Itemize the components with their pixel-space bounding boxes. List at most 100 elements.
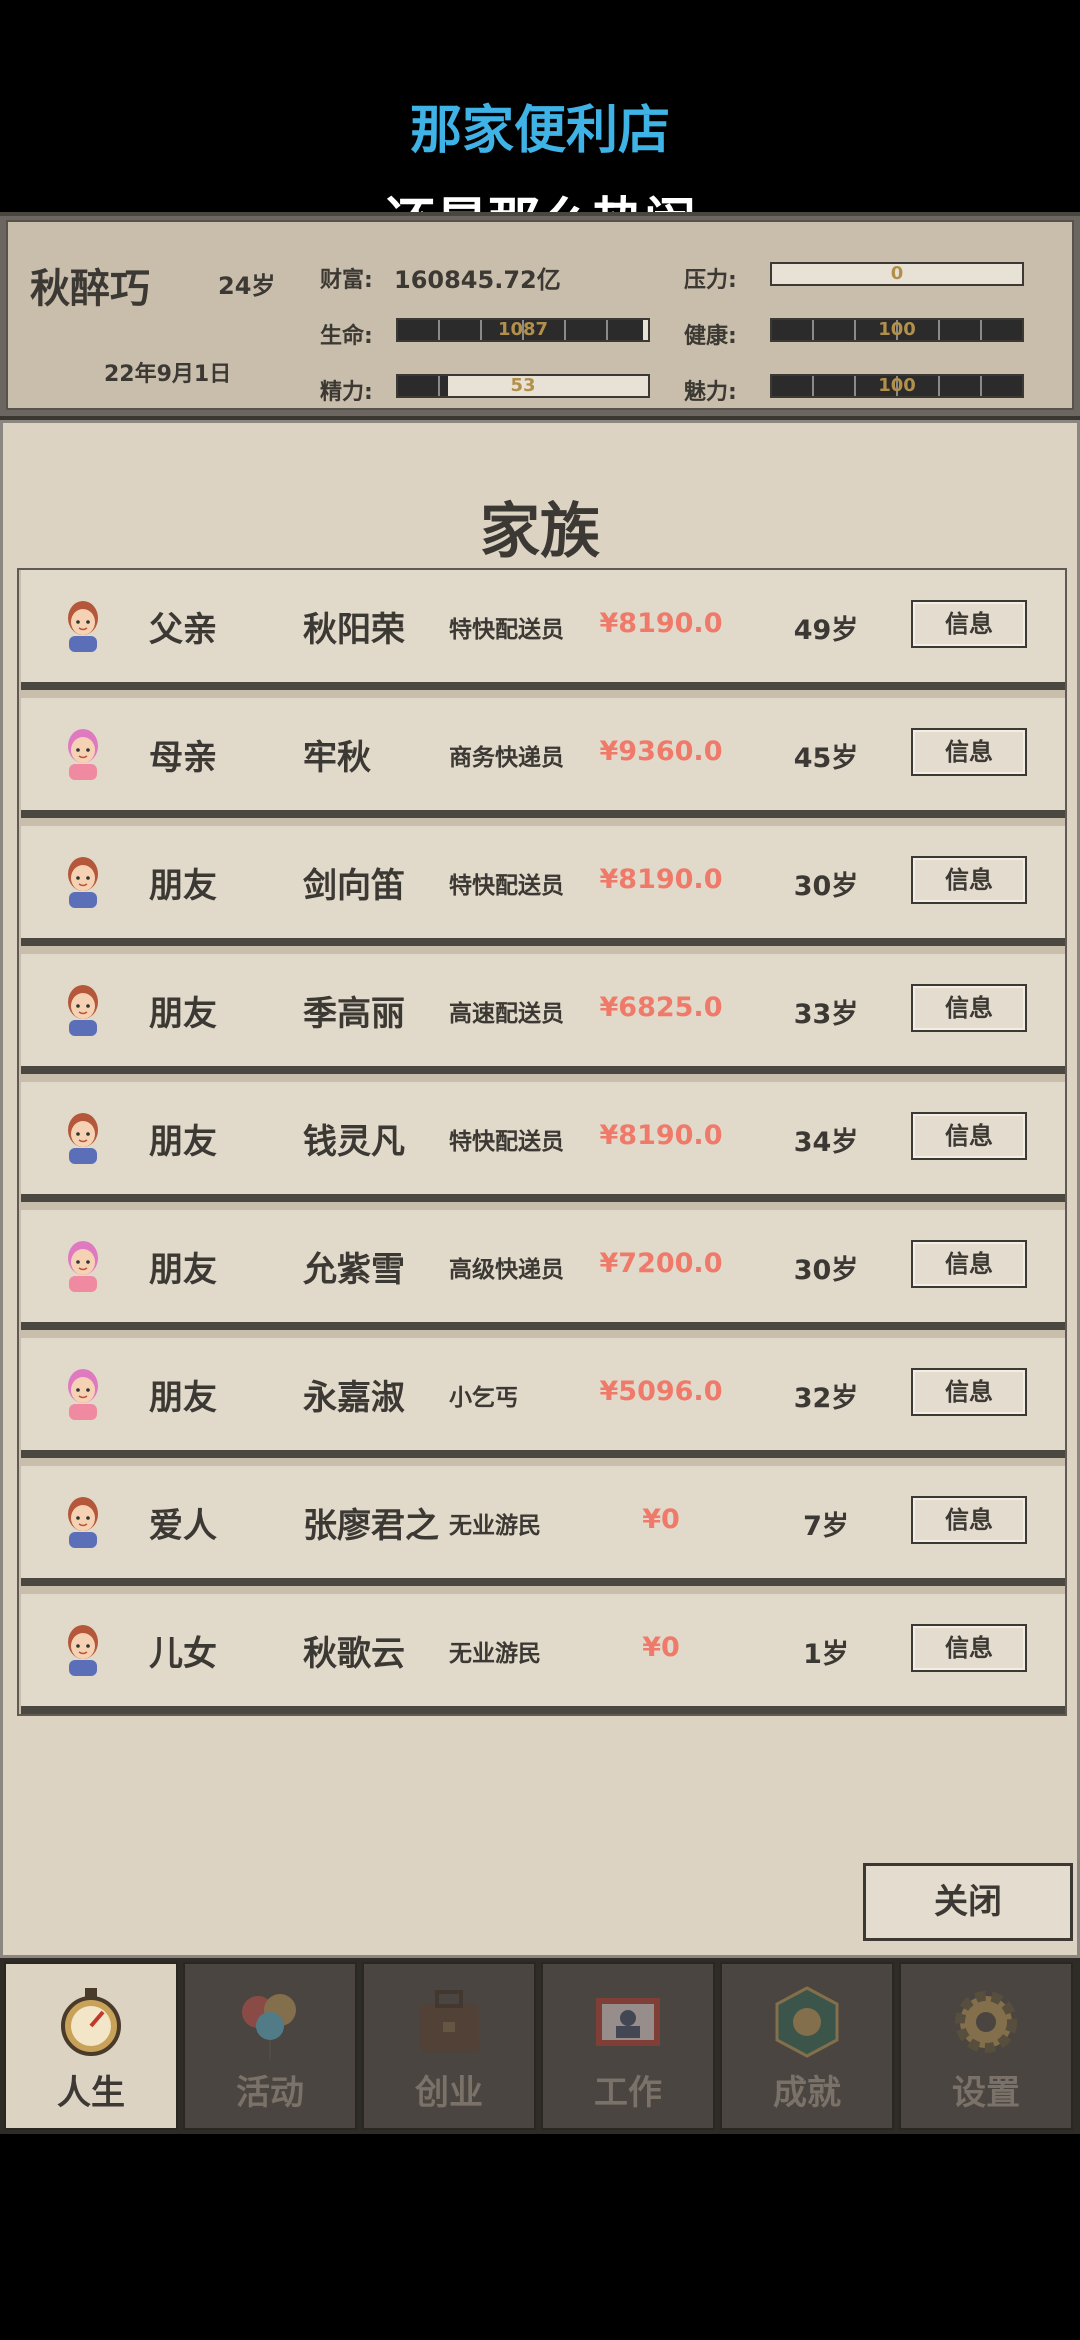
energy-bar: 53 (396, 374, 650, 398)
stopwatch-icon (61, 1988, 121, 2056)
member-relation: 爱人 (149, 1506, 217, 1546)
energy-label: 精力: (320, 380, 373, 405)
pressure-bar: 0 (770, 262, 1024, 286)
member-name: 秋歌云 (303, 1634, 405, 1674)
member-row: 儿女 秋歌云 无业游民 ¥0 1岁 信息 (21, 1594, 1065, 1714)
member-name: 季高丽 (303, 994, 405, 1034)
charm-bar: 100 (770, 374, 1024, 398)
tab-2[interactable]: 活动 (183, 1962, 357, 2130)
health-bar: 100 (770, 318, 1024, 342)
male-avatar-icon (68, 985, 98, 1036)
member-row: 父亲 秋阳荣 特快配送员 ¥8190.0 49岁 信息 (21, 570, 1065, 690)
member-relation: 朋友 (149, 866, 217, 906)
member-row: 母亲 牢秋 商务快递员 ¥9360.0 45岁 信息 (21, 698, 1065, 818)
member-age: 33岁 (793, 999, 859, 1030)
info-button[interactable]: 信息 (911, 1624, 1027, 1672)
member-relation: 儿女 (149, 1634, 217, 1674)
game-date: 22年9月1日 (104, 362, 232, 387)
member-job: 特快配送员 (449, 1129, 564, 1155)
wealth-value: 160845.72亿 (394, 266, 561, 294)
tab-label: 活动 (236, 2073, 304, 2113)
close-button[interactable]: 关闭 (863, 1863, 1073, 1941)
id-card-icon (596, 1998, 660, 2046)
member-name: 永嘉淑 (303, 1378, 405, 1418)
tab-label: 工作 (594, 2073, 662, 2113)
member-age: 1岁 (803, 1639, 849, 1670)
member-salary: ¥5096.0 (599, 1376, 723, 1407)
family-panel: 家族 父亲 秋阳荣 特快配送员 ¥8190.0 49岁 信息 母亲 牢秋 商务快… (0, 420, 1080, 1958)
member-salary: ¥6825.0 (599, 992, 723, 1023)
female-avatar-icon (68, 1369, 98, 1420)
male-avatar-icon (68, 1625, 98, 1676)
tab-1[interactable]: 人生 (4, 1962, 178, 2130)
member-name: 秋阳荣 (303, 610, 405, 650)
charm-label: 魅力: (684, 380, 737, 405)
member-salary: ¥7200.0 (599, 1248, 723, 1279)
player-age: 24岁 (218, 272, 276, 300)
member-row: 朋友 永嘉淑 小乞丐 ¥5096.0 32岁 信息 (21, 1338, 1065, 1458)
member-row: 朋友 钱灵凡 特快配送员 ¥8190.0 34岁 信息 (21, 1082, 1065, 1202)
tab-label: 成就 (773, 2073, 841, 2113)
member-job: 特快配送员 (449, 873, 564, 899)
caption-title: 那家便利店 (409, 101, 670, 161)
tab-5[interactable]: 成就 (720, 1962, 894, 2130)
member-salary: ¥8190.0 (599, 1120, 723, 1151)
tab-label: 创业 (415, 2073, 483, 2113)
member-salary: ¥8190.0 (599, 608, 723, 639)
male-avatar-icon (68, 1113, 98, 1164)
member-salary: ¥8190.0 (599, 864, 723, 895)
member-relation: 朋友 (149, 994, 217, 1034)
member-name: 张廖君之 (303, 1506, 439, 1546)
info-button[interactable]: 信息 (911, 600, 1027, 648)
member-age: 45岁 (793, 743, 859, 774)
member-row: 朋友 季高丽 高速配送员 ¥6825.0 33岁 信息 (21, 954, 1065, 1074)
member-job: 高速配送员 (449, 1001, 564, 1027)
member-salary: ¥0 (642, 1504, 680, 1535)
bottom-nav: 人生 活动 创业 工作 成就 设置 (0, 1958, 1080, 2134)
member-relation: 朋友 (149, 1122, 217, 1162)
info-button[interactable]: 信息 (911, 856, 1027, 904)
member-age: 30岁 (793, 871, 859, 902)
pressure-label: 压力: (684, 268, 737, 293)
member-name: 允紫雪 (303, 1250, 405, 1290)
badge-icon (775, 1986, 839, 2058)
briefcase-icon (419, 1990, 479, 2052)
info-button[interactable]: 信息 (911, 1368, 1027, 1416)
balloons-icon (242, 1994, 296, 2060)
member-relation: 母亲 (149, 738, 217, 778)
info-button[interactable]: 信息 (911, 1112, 1027, 1160)
member-job: 特快配送员 (449, 617, 564, 643)
tab-label: 设置 (952, 2073, 1020, 2113)
member-relation: 朋友 (149, 1378, 217, 1418)
member-name: 牢秋 (303, 738, 371, 778)
energy-value: 53 (510, 375, 536, 396)
member-job: 商务快递员 (449, 745, 564, 771)
health-label: 健康: (684, 324, 737, 349)
member-age: 34岁 (793, 1127, 859, 1158)
male-avatar-icon (68, 1497, 98, 1548)
life-bar: 1087 (396, 318, 650, 342)
member-age: 32岁 (793, 1383, 859, 1414)
member-job: 小乞丐 (449, 1385, 518, 1411)
member-name: 钱灵凡 (303, 1122, 405, 1162)
panel-title: 家族 (480, 497, 600, 567)
life-label: 生命: (320, 324, 373, 349)
info-button[interactable]: 信息 (911, 1240, 1027, 1288)
wealth-label: 财富: (320, 268, 373, 293)
tab-6[interactable]: 设置 (899, 1962, 1073, 2130)
member-job: 无业游民 (449, 1641, 541, 1667)
tab-label: 人生 (57, 2073, 125, 2113)
life-value: 1087 (497, 319, 549, 340)
member-job: 高级快递员 (449, 1257, 564, 1283)
female-avatar-icon (68, 729, 98, 780)
tab-3[interactable]: 创业 (362, 1962, 536, 2130)
info-button[interactable]: 信息 (911, 728, 1027, 776)
member-name: 剑向笛 (303, 866, 405, 906)
member-job: 无业游民 (449, 1513, 541, 1539)
info-button[interactable]: 信息 (911, 1496, 1027, 1544)
stats-header: 秋醉巧 24岁 22年9月1日 财富: 160845.72亿 生命: 1087 … (0, 212, 1080, 422)
member-row: 朋友 允紫雪 高级快递员 ¥7200.0 30岁 信息 (21, 1210, 1065, 1330)
info-button[interactable]: 信息 (911, 984, 1027, 1032)
member-salary: ¥9360.0 (599, 736, 723, 767)
tab-4[interactable]: 工作 (541, 1962, 715, 2130)
